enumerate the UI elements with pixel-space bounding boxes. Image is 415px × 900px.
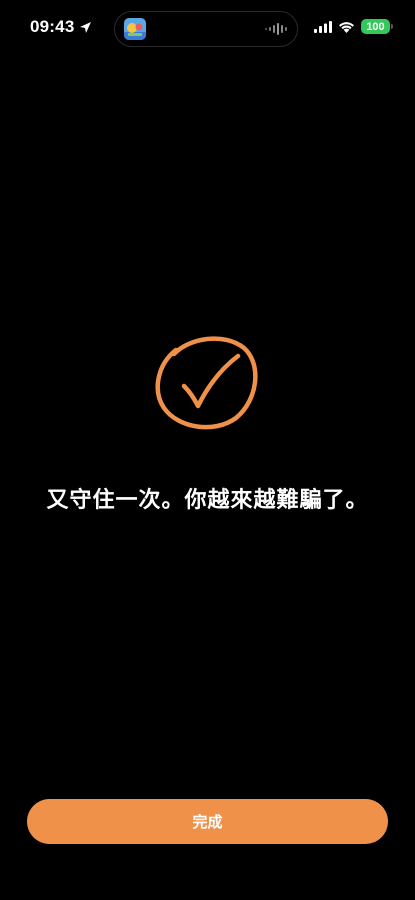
- status-time: 09:43: [30, 17, 75, 36]
- cellular-signal-icon: [314, 20, 332, 33]
- done-button[interactable]: 完成: [27, 799, 388, 844]
- success-message: 又守住一次。你越來越難騙了。: [46, 487, 369, 512]
- status-bar: 09:43 100: [0, 0, 415, 58]
- wifi-icon: [338, 21, 355, 33]
- location-arrow-icon: [79, 21, 92, 34]
- dynamic-island[interactable]: [114, 11, 298, 47]
- app-icon: [124, 18, 146, 40]
- time-group: 09:43: [30, 17, 92, 37]
- audio-wave-icon: [265, 23, 287, 35]
- battery-icon: 100: [361, 19, 393, 34]
- checkmark-circle-icon: [154, 330, 262, 434]
- status-icons: 100: [314, 19, 393, 34]
